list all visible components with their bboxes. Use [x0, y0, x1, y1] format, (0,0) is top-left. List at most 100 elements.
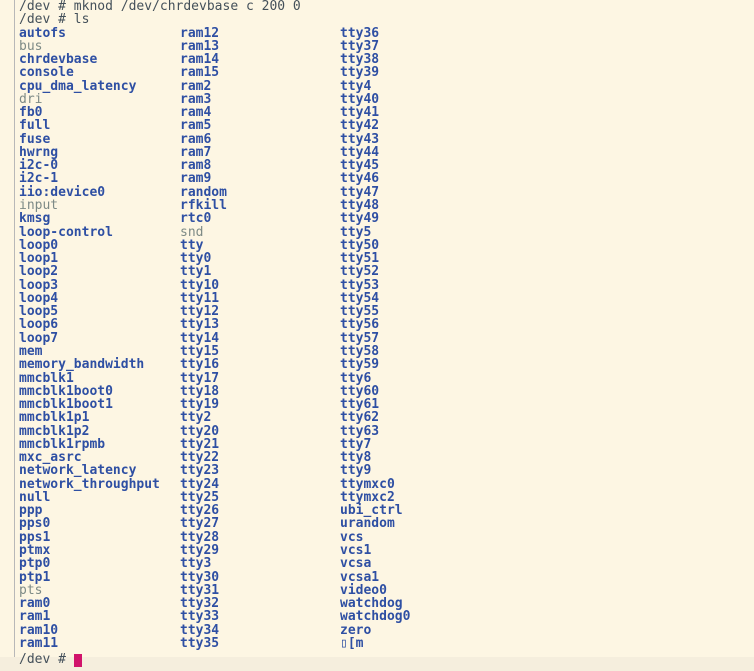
ls-entry: watchdog0 [340, 609, 411, 625]
ls-entry: tty53 [340, 277, 380, 293]
ls-entry: tty0 [180, 251, 212, 267]
ls-entry: loop4 [19, 290, 59, 306]
ls-entry: memory_bandwidth [19, 357, 145, 373]
ls-entry: full [19, 118, 51, 134]
ls-entry: ptp0 [19, 556, 51, 572]
ls-entry: tty21 [180, 436, 220, 452]
ls-entry: tty14 [180, 330, 220, 346]
ls-entry: tty52 [340, 264, 380, 280]
ls-entry: tty10 [180, 277, 220, 293]
ls-entry: loop3 [19, 277, 59, 293]
ls-entry: vcs1 [340, 543, 372, 559]
ls-entry: cpu_dma_latency [19, 78, 137, 94]
ls-entry: input [19, 198, 59, 213]
ls-entry: vcs [340, 529, 364, 545]
ls-entry: tty2 [180, 410, 212, 426]
ls-entry: loop1 [19, 251, 59, 267]
ls-entry: tty26 [180, 503, 220, 519]
ls-entry: tty9 [340, 463, 372, 479]
ls-entry: tty28 [180, 529, 220, 545]
ls-entry: tty7 [340, 436, 372, 452]
ls-entry: mmcblk1boot0 [19, 383, 113, 399]
ls-entry: tty44 [340, 144, 380, 160]
ls-entry: tty35 [180, 635, 220, 651]
ls-entry: tty54 [340, 290, 380, 306]
ls-entry: tty17 [180, 370, 220, 386]
ls-entry: ram15 [180, 65, 220, 81]
ls-entry: tty40 [340, 91, 380, 107]
ls-entry: autofs [19, 25, 66, 41]
ls-entry: mmcblk1boot1 [19, 397, 113, 413]
terminal-window[interactable]: /dev # mknod /dev/chrdevbase c 200 0 /de… [0, 0, 754, 671]
ls-entry: tty [180, 237, 204, 253]
text-cursor [74, 654, 82, 667]
ls-entry: tty31 [180, 582, 220, 598]
ls-entry: mxc_asrc [19, 450, 82, 466]
ls-entry: mmcblk1p1 [19, 410, 90, 426]
ls-entry: tty46 [340, 171, 380, 187]
ls-entry: mmcblk1rpmb [19, 436, 106, 452]
command-line-ls: /dev # ls [19, 12, 90, 28]
ls-entry: mmcblk1 [19, 370, 74, 386]
ls-entry: tty50 [340, 237, 380, 253]
ls-entry: vcsa1 [340, 569, 380, 585]
ls-entry: tty58 [340, 343, 380, 359]
ls-entry: tty63 [340, 423, 380, 439]
ls-entry: i2c-1 [19, 171, 59, 187]
ls-entry: random [180, 184, 227, 200]
ls-entry: rtc0 [180, 211, 212, 227]
ls-entry: loop6 [19, 317, 59, 333]
ls-entry: chrdevbase [19, 52, 98, 68]
ls-entry: pps1 [19, 529, 51, 545]
ls-entry: ram6 [180, 131, 212, 147]
ls-entry: loop-control [19, 224, 113, 240]
ls-entry: ▯[m [340, 635, 364, 651]
ls-entry: console [19, 65, 74, 81]
ls-entry: tty27 [180, 516, 220, 532]
ls-entry: pps0 [19, 516, 51, 532]
ls-entry: tty42 [340, 118, 380, 134]
ls-entry: tty43 [340, 131, 380, 147]
ls-entry: tty47 [340, 184, 380, 200]
ls-entry: ram10 [19, 622, 59, 638]
ls-entry: null [19, 489, 51, 505]
ls-entry: vcsa [340, 556, 372, 572]
ls-entry: loop5 [19, 304, 59, 320]
ls-entry: network_throughput [19, 476, 160, 492]
ls-entry: tty49 [340, 211, 380, 227]
ls-entry: fuse [19, 131, 51, 147]
ls-entry: zero [340, 622, 372, 638]
ls-entry: tty8 [340, 450, 372, 466]
ls-entry: mem [19, 343, 43, 359]
ls-entry: tty23 [180, 463, 220, 479]
ls-entry: ram12 [180, 25, 220, 41]
current-prompt[interactable]: /dev # [19, 653, 74, 667]
ls-entry: tty33 [180, 609, 220, 625]
ls-entry: loop7 [19, 330, 59, 346]
ls-entry: mmcblk1p2 [19, 423, 90, 439]
ls-entry: i2c-0 [19, 158, 59, 174]
ls-entry: ptp1 [19, 569, 51, 585]
ls-entry: video0 [340, 582, 387, 598]
ls-entry: tty15 [180, 343, 220, 359]
ls-entry: iio:device0 [19, 184, 106, 200]
ls-entry: tty19 [180, 397, 220, 413]
ls-entry: loop2 [19, 264, 59, 280]
ls-entry: tty18 [180, 383, 220, 399]
ls-entry: tty48 [340, 198, 380, 213]
ls-entry: tty37 [340, 38, 380, 54]
ls-entry: ttymxc0 [340, 476, 395, 492]
ls-entry: tty25 [180, 489, 220, 505]
ls-entry: urandom [340, 516, 395, 532]
ls-entry: ubi_ctrl [340, 503, 403, 519]
ls-entry: tty39 [340, 65, 380, 81]
ls-entry: bus [19, 38, 43, 54]
ls-entry: ram8 [180, 158, 212, 174]
ls-entry: ram7 [180, 144, 212, 160]
ls-entry: ram11 [19, 635, 59, 651]
ls-entry: tty20 [180, 423, 220, 439]
ls-entry: tty62 [340, 410, 380, 426]
ls-entry: tty61 [340, 397, 380, 413]
ls-entry: tty29 [180, 543, 220, 559]
command-line-mknod: /dev # mknod /dev/chrdevbase c 200 0 [19, 0, 301, 14]
